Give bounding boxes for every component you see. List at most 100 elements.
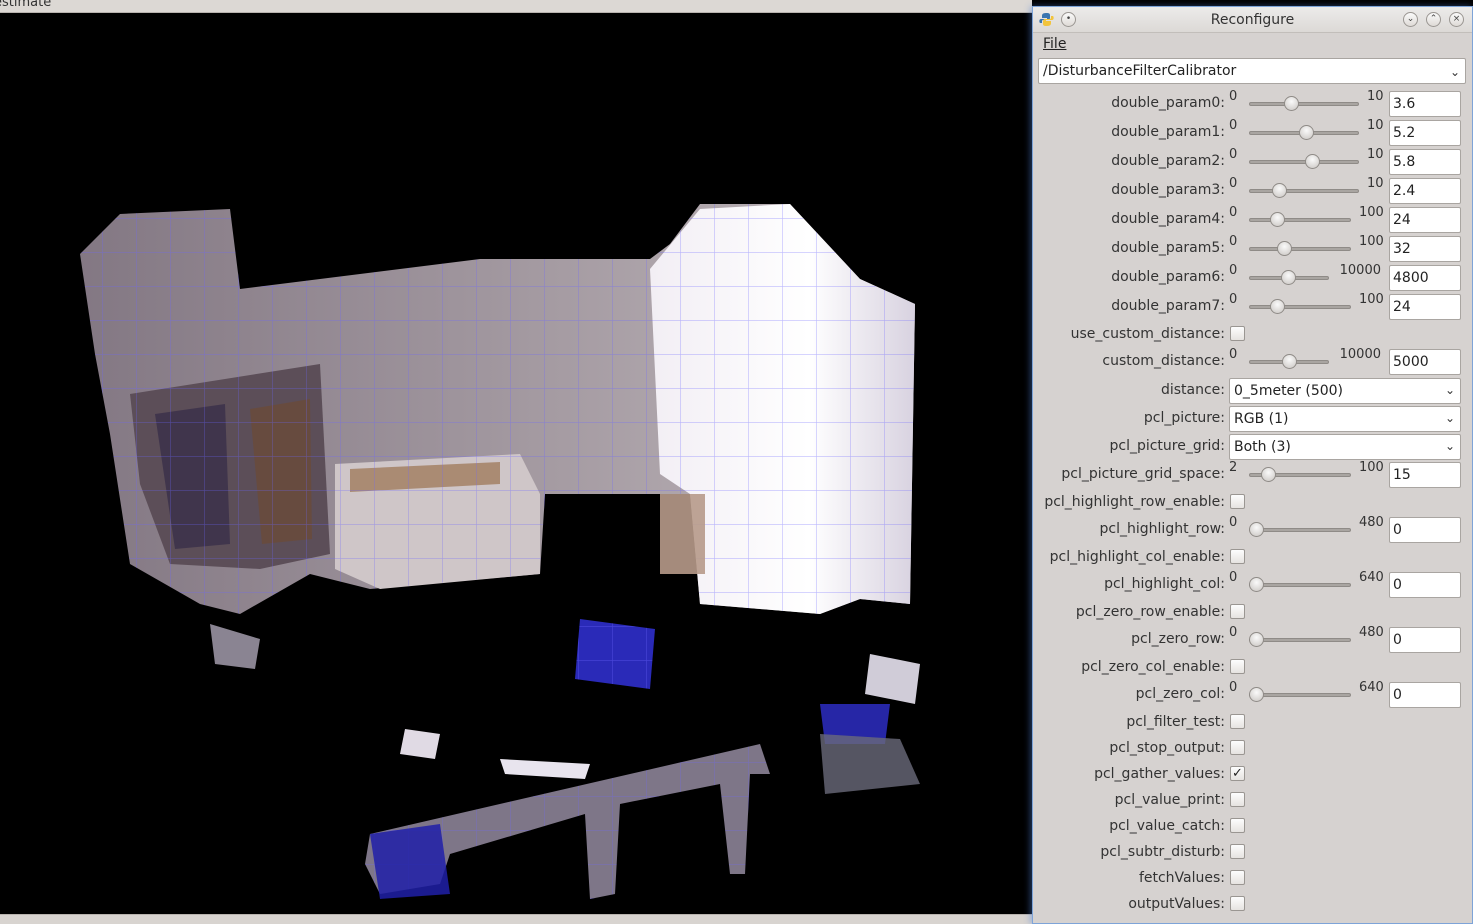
slider-min-label: 2 <box>1229 460 1238 475</box>
slider-handle[interactable] <box>1270 299 1286 314</box>
param-dropdown[interactable]: RGB (1) ⌄ <box>1229 406 1461 432</box>
slider-handle[interactable] <box>1277 241 1293 256</box>
maximize-icon[interactable]: ⌃ <box>1426 12 1441 27</box>
point-cloud-canvas[interactable] <box>0 14 1032 914</box>
param-checkbox[interactable] <box>1230 896 1245 911</box>
slider-track[interactable] <box>1249 638 1351 642</box>
param-row: pcl_picture_grid: Both (3) ⌄ <box>1033 432 1472 460</box>
param-value-input[interactable]: 5.2 <box>1389 120 1461 146</box>
slider-handle[interactable] <box>1249 632 1264 647</box>
param-value-input[interactable]: 5.8 <box>1389 149 1461 175</box>
param-dropdown-value: Both (3) <box>1234 439 1291 455</box>
param-value-input[interactable]: 0 <box>1389 517 1461 543</box>
close-icon[interactable]: × <box>1449 12 1464 27</box>
slider-handle[interactable] <box>1272 183 1288 198</box>
slider-handle[interactable] <box>1298 125 1314 140</box>
param-label: double_param4: <box>1111 211 1225 227</box>
param-checkbox[interactable] <box>1230 494 1245 509</box>
param-value-input[interactable]: 24 <box>1389 294 1461 320</box>
slider-track[interactable] <box>1249 583 1351 587</box>
param-value-input[interactable]: 2.4 <box>1389 178 1461 204</box>
param-row: pcl_zero_row: 0 480 0 <box>1033 625 1472 653</box>
minimize-icon[interactable]: ⌄ <box>1403 12 1418 27</box>
param-checkbox[interactable] <box>1230 792 1245 807</box>
slider-handle[interactable] <box>1260 467 1276 482</box>
param-checkbox[interactable] <box>1230 549 1245 564</box>
slider-track[interactable] <box>1249 693 1351 697</box>
param-checkbox[interactable] <box>1230 326 1245 341</box>
slider-max-label: 10 <box>1367 118 1384 133</box>
param-checkbox[interactable] <box>1230 844 1245 859</box>
param-value-input[interactable]: 3.6 <box>1389 91 1461 117</box>
param-value-input[interactable]: 0 <box>1389 572 1461 598</box>
param-value-input[interactable]: 4800 <box>1389 265 1461 291</box>
slider-track[interactable] <box>1249 102 1359 106</box>
slider-min-label: 0 <box>1229 515 1238 530</box>
param-row: pcl_highlight_row_enable: <box>1033 488 1472 516</box>
param-checkbox[interactable] <box>1230 818 1245 833</box>
param-value-input[interactable]: 0 <box>1389 627 1461 653</box>
slider-max-label: 100 <box>1359 234 1384 249</box>
slider-max-label: 10 <box>1367 89 1384 104</box>
slider-handle[interactable] <box>1249 577 1264 592</box>
param-value-input[interactable]: 15 <box>1389 462 1461 488</box>
param-row: double_param2: 0 10 5.8 <box>1033 147 1472 175</box>
slider-track[interactable] <box>1249 305 1351 309</box>
param-row: pcl_highlight_col: 0 640 0 <box>1033 570 1472 598</box>
slider-max-label: 480 <box>1359 515 1384 530</box>
reconfigure-window: • Reconfigure ⌄ ⌃ × File /DisturbanceFil… <box>1032 6 1473 924</box>
param-label: pcl_zero_col: <box>1135 686 1225 702</box>
param-row: pcl_zero_col_enable: <box>1033 653 1472 681</box>
chevron-down-icon: ⌄ <box>1444 439 1455 453</box>
param-label: pcl_highlight_col: <box>1104 576 1225 592</box>
slider-min-label: 0 <box>1229 263 1238 278</box>
slider-max-label: 10 <box>1367 147 1384 162</box>
slider-handle[interactable] <box>1249 687 1264 702</box>
param-row: pcl_value_print: <box>1033 786 1472 814</box>
param-checkbox[interactable] <box>1230 870 1245 885</box>
slider-handle[interactable] <box>1282 354 1297 369</box>
menu-file[interactable]: File <box>1043 36 1066 52</box>
slider-track[interactable] <box>1249 218 1351 222</box>
viewer-title: estimate <box>0 0 52 10</box>
param-value-input[interactable]: 0 <box>1389 682 1461 708</box>
param-label: pcl_value_catch: <box>1109 818 1225 834</box>
param-label: pcl_subtr_disturb: <box>1100 844 1225 860</box>
param-label: distance: <box>1160 382 1225 398</box>
reconfigure-titlebar[interactable]: • Reconfigure ⌄ ⌃ × <box>1033 7 1472 33</box>
param-row: double_param7: 0 100 24 <box>1033 292 1472 320</box>
param-checkbox[interactable] <box>1230 604 1245 619</box>
param-label: pcl_value_print: <box>1114 792 1225 808</box>
param-value-input[interactable]: 24 <box>1389 207 1461 233</box>
param-label: double_param3: <box>1111 182 1225 198</box>
slider-handle[interactable] <box>1304 154 1320 169</box>
node-select[interactable]: /DisturbanceFilterCalibrator ⌄ <box>1038 58 1466 84</box>
slider-track[interactable] <box>1249 528 1351 532</box>
slider-min-label: 0 <box>1229 205 1238 220</box>
param-dropdown[interactable]: Both (3) ⌄ <box>1229 434 1461 460</box>
param-dropdown[interactable]: 0_5meter (500) ⌄ <box>1229 378 1461 404</box>
param-row: distance: 0_5meter (500) ⌄ <box>1033 376 1472 404</box>
param-value-input[interactable]: 5000 <box>1389 349 1461 375</box>
param-row: pcl_zero_row_enable: <box>1033 598 1472 626</box>
param-value-input[interactable]: 32 <box>1389 236 1461 262</box>
param-checkbox[interactable] <box>1230 714 1245 729</box>
param-dropdown-value: 0_5meter (500) <box>1234 383 1344 399</box>
slider-handle[interactable] <box>1270 212 1286 227</box>
slider-handle[interactable] <box>1249 522 1264 537</box>
param-label: double_param0: <box>1111 95 1225 111</box>
slider-handle[interactable] <box>1280 270 1296 285</box>
param-checkbox[interactable] <box>1230 740 1245 755</box>
chevron-down-icon: ⌄ <box>1449 65 1460 79</box>
slider-track[interactable] <box>1249 189 1359 193</box>
slider-track[interactable] <box>1249 247 1351 251</box>
param-label: double_param1: <box>1111 124 1225 140</box>
slider-min-label: 0 <box>1229 118 1238 133</box>
slider-max-label: 480 <box>1359 625 1384 640</box>
slider-handle[interactable] <box>1283 96 1299 111</box>
slider-min-label: 0 <box>1229 347 1238 362</box>
slider-min-label: 0 <box>1229 625 1238 640</box>
slider-min-label: 0 <box>1229 570 1238 585</box>
param-checkbox[interactable] <box>1230 659 1245 674</box>
param-checkbox[interactable]: ✓ <box>1230 766 1245 781</box>
